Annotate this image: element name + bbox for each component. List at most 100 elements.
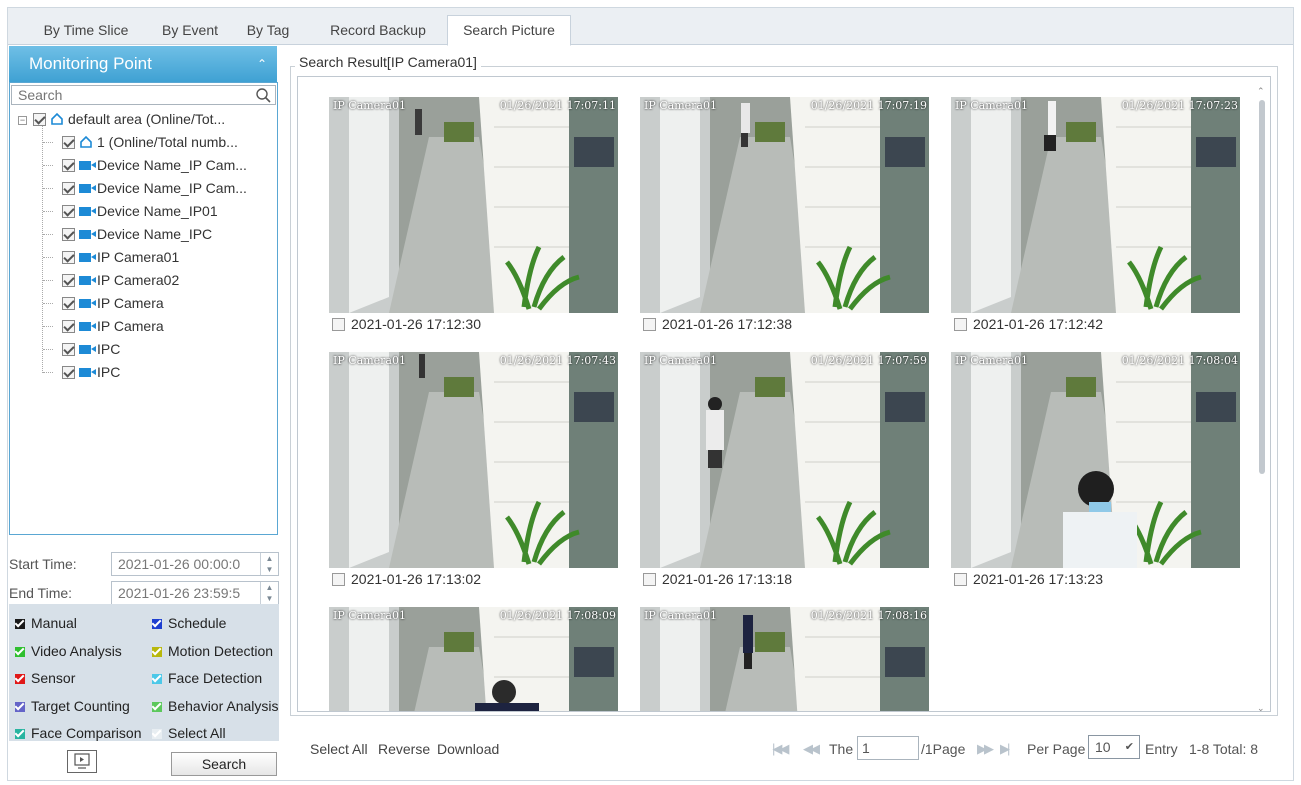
tree-node-label: Device Name_IP Cam... xyxy=(97,180,247,196)
collapse-icon[interactable]: − xyxy=(18,116,27,125)
tree-node-camera[interactable]: IP Camera xyxy=(62,315,164,337)
tree-checkbox[interactable] xyxy=(62,297,75,310)
select-all-link[interactable]: Select All xyxy=(310,741,368,757)
filter-video-analysis[interactable]: Video Analysis xyxy=(15,640,151,662)
filter-checkbox[interactable] xyxy=(152,701,162,712)
tree-checkbox[interactable] xyxy=(62,366,75,379)
tree-checkbox[interactable] xyxy=(62,136,75,149)
tab-by-time-slice[interactable]: By Time Slice xyxy=(30,16,142,45)
filter-checkbox[interactable] xyxy=(152,646,162,657)
page-number-input[interactable]: 1 xyxy=(857,736,919,760)
tree-search-input[interactable] xyxy=(12,86,242,104)
per-page-select[interactable]: 10 ✔ xyxy=(1088,735,1140,759)
tab-record-backup[interactable]: Record Backup xyxy=(314,16,442,45)
end-time-field[interactable]: 2021-01-26 23:59:5 ▲ ▼ xyxy=(111,581,279,605)
tree-checkbox[interactable] xyxy=(62,159,75,172)
tree-node-camera[interactable]: IP Camera01 xyxy=(62,246,179,268)
tree-checkbox[interactable] xyxy=(62,205,75,218)
snapshot-image xyxy=(329,97,618,313)
filter-checkbox[interactable] xyxy=(152,729,162,739)
tree-node-area[interactable]: − default area (Online/Tot... xyxy=(18,108,225,130)
snapshot-caption[interactable]: 2021-01-26 17:12:30 xyxy=(332,316,481,332)
snapshot-caption[interactable]: 2021-01-26 17:13:23 xyxy=(954,571,1103,587)
snapshot-caption[interactable]: 2021-01-26 17:13:18 xyxy=(643,571,792,587)
first-page-icon[interactable]: |◀◀ xyxy=(772,741,789,757)
result-scrollbar[interactable]: ⌃ ⌄ xyxy=(1256,86,1270,714)
snapshot-thumbnail[interactable]: IP Camera01 01/26/2021 17:08:09 xyxy=(329,607,618,711)
tree-node-camera[interactable]: Device Name_IP Cam... xyxy=(62,177,247,199)
filter-sensor[interactable]: Sensor xyxy=(15,667,151,689)
spin-down-icon[interactable]: ▼ xyxy=(261,564,278,575)
snapshot-checkbox[interactable] xyxy=(332,318,345,331)
prev-page-icon[interactable]: ◀◀ xyxy=(803,741,820,757)
filter-behavior-analysis[interactable]: Behavior Analysis xyxy=(152,695,279,717)
tree-node-camera[interactable]: Device Name_IP01 xyxy=(62,200,218,222)
tab-by-tag[interactable]: By Tag xyxy=(238,16,298,45)
snapshot-thumbnail[interactable]: IP Camera01 01/26/2021 17:07:19 xyxy=(640,97,929,313)
tree-node-camera[interactable]: Device Name_IPC xyxy=(62,223,212,245)
filter-target-counting[interactable]: Target Counting xyxy=(15,695,151,717)
snapshot-thumbnail[interactable]: IP Camera01 01/26/2021 17:07:11 xyxy=(329,97,618,313)
monitoring-point-header[interactable]: Monitoring Point ⌃ xyxy=(9,46,277,82)
filter-manual[interactable]: Manual xyxy=(15,612,151,634)
camera-icon xyxy=(79,299,96,308)
scrollbar-thumb[interactable] xyxy=(1259,100,1265,474)
snapshot-thumbnail[interactable]: IP Camera01 01/26/2021 17:07:59 xyxy=(640,352,929,568)
snapshot-checkbox[interactable] xyxy=(332,573,345,586)
start-time-field[interactable]: 2021-01-26 00:00:0 ▲ ▼ xyxy=(111,552,279,576)
tree-checkbox[interactable] xyxy=(33,113,46,126)
snapshot-thumbnail[interactable]: IP Camera01 01/26/2021 17:07:43 xyxy=(329,352,618,568)
tree-node-camera[interactable]: IP Camera02 xyxy=(62,269,179,291)
snapshot-thumbnail[interactable]: IP Camera01 01/26/2021 17:08:16 xyxy=(640,607,929,711)
filter-checkbox[interactable] xyxy=(15,674,25,684)
snapshot-checkbox[interactable] xyxy=(643,318,656,331)
tab-by-event[interactable]: By Event xyxy=(148,16,232,45)
snapshot-checkbox[interactable] xyxy=(954,318,967,331)
start-time-spinner[interactable]: ▲ ▼ xyxy=(260,553,278,575)
snapshot-checkbox[interactable] xyxy=(643,573,656,586)
tree-node-camera[interactable]: Device Name_IP Cam... xyxy=(62,154,247,176)
tree-node-subarea[interactable]: 1 (Online/Total numb... xyxy=(62,131,238,153)
download-link[interactable]: Download xyxy=(437,741,499,757)
tree-node-camera[interactable]: IP Camera xyxy=(62,292,164,314)
snapshot-caption[interactable]: 2021-01-26 17:12:42 xyxy=(954,316,1103,332)
filter-checkbox[interactable] xyxy=(152,674,162,684)
snapshot-thumbnail[interactable]: IP Camera01 01/26/2021 17:07:23 xyxy=(951,97,1240,313)
tree-checkbox[interactable] xyxy=(62,251,75,264)
filter-face-comparison[interactable]: Face Comparison xyxy=(15,722,151,744)
filter-checkbox[interactable] xyxy=(15,701,25,712)
scroll-down-icon[interactable]: ⌄ xyxy=(1257,703,1265,714)
last-page-icon[interactable]: ▶| xyxy=(1000,741,1011,757)
tree-checkbox[interactable] xyxy=(62,274,75,287)
tab-search-picture[interactable]: Search Picture xyxy=(447,15,571,46)
filter-checkbox[interactable] xyxy=(152,619,162,629)
tree-checkbox[interactable] xyxy=(62,228,75,241)
spin-up-icon[interactable]: ▲ xyxy=(261,582,278,593)
snapshot-caption[interactable]: 2021-01-26 17:12:38 xyxy=(643,316,792,332)
tree-checkbox[interactable] xyxy=(62,343,75,356)
tree-node-camera[interactable]: IPC xyxy=(62,338,120,360)
search-icon[interactable] xyxy=(255,87,271,103)
collapse-chevron-icon[interactable]: ⌃ xyxy=(257,46,267,82)
tree-checkbox[interactable] xyxy=(62,320,75,333)
filter-checkbox[interactable] xyxy=(15,729,25,739)
scroll-up-icon[interactable]: ⌃ xyxy=(1257,86,1265,97)
snapshot-caption[interactable]: 2021-01-26 17:13:02 xyxy=(332,571,481,587)
tree-node-camera[interactable]: IPC xyxy=(62,361,120,383)
filter-face-detection[interactable]: Face Detection xyxy=(152,667,279,689)
spin-down-icon[interactable]: ▼ xyxy=(261,593,278,604)
end-time-spinner[interactable]: ▲ ▼ xyxy=(260,582,278,604)
search-button[interactable]: Search xyxy=(171,752,277,776)
filter-schedule[interactable]: Schedule xyxy=(152,612,279,634)
filter-select-all[interactable]: Select All xyxy=(152,722,279,744)
filter-motion-detection[interactable]: Motion Detection xyxy=(152,640,279,662)
reverse-link[interactable]: Reverse xyxy=(378,741,430,757)
next-page-icon[interactable]: ▶▶ xyxy=(977,741,994,757)
spin-up-icon[interactable]: ▲ xyxy=(261,553,278,564)
filter-checkbox[interactable] xyxy=(15,646,25,657)
screen-play-button[interactable] xyxy=(67,750,97,773)
filter-checkbox[interactable] xyxy=(15,619,25,629)
tree-checkbox[interactable] xyxy=(62,182,75,195)
snapshot-checkbox[interactable] xyxy=(954,573,967,586)
snapshot-thumbnail[interactable]: IP Camera01 01/26/2021 17:08:04 xyxy=(951,352,1240,568)
